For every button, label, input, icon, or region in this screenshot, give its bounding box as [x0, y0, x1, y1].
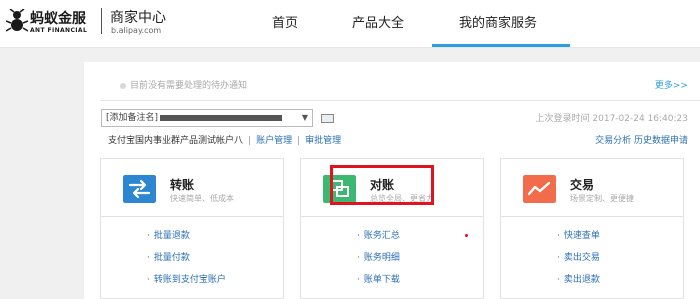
nav-products[interactable]: 产品大全	[352, 12, 404, 31]
account-manage-link[interactable]: 账户管理	[256, 136, 292, 146]
divider	[100, 100, 700, 101]
chevron-down-icon: ▼	[301, 113, 308, 122]
nav-my-services[interactable]: 我的商家服务	[459, 12, 537, 31]
logo-en-text: ANT FINANCIAL	[30, 27, 88, 34]
todo-notice-text: 目前没有需要处理的待办通知	[130, 81, 248, 91]
sell-refund-link[interactable]: · 卖出退款	[557, 272, 600, 285]
masked-account	[160, 114, 283, 121]
account-summary-link[interactable]: · 账务汇总	[357, 228, 400, 241]
trade-analysis-link[interactable]: 交易分析	[595, 136, 631, 146]
merchant-center-domain: b.alipay.com	[111, 26, 162, 35]
merchant-center-title: 商家中心	[110, 10, 166, 26]
card-title: 交易	[570, 178, 595, 192]
sell-trade-link[interactable]: · 卖出交易	[557, 250, 600, 263]
transfer-to-alipay-link[interactable]: · 转账到支付宝账户	[147, 272, 226, 285]
card-header[interactable]: 交易 场景定制、更便捷	[501, 159, 683, 217]
service-card-transfer: 转账 快速简单、低成本 · 批量退款 · 批量付款 · 转账到支付宝账户	[100, 158, 284, 299]
ant-financial-logo[interactable]: 蚂蚁金服 ANT FINANCIAL	[6, 6, 106, 40]
batch-pay-link[interactable]: · 批量付款	[147, 250, 190, 263]
logo-cn-text: 蚂蚁金服	[30, 11, 86, 27]
nav-home[interactable]: 首页	[272, 12, 298, 31]
more-link[interactable]: 更多>>	[655, 78, 688, 91]
account-select-prefix: [添加备注名]	[106, 113, 159, 123]
card-desc: 快速简单、低成本	[170, 194, 234, 203]
quick-query-link[interactable]: · 快速查单	[557, 228, 600, 241]
transfer-icon	[123, 175, 156, 203]
service-card-trade: 交易 场景定制、更便捷 · 快速查单 · 卖出交易 · 卖出退款	[500, 158, 684, 299]
ant-logo-icon	[6, 9, 28, 32]
notice-dot-icon	[120, 82, 126, 89]
last-login-time: 上次登录时间 2017-02-24 16:40:23	[535, 114, 688, 124]
account-detail-link[interactable]: · 账务明细	[357, 250, 400, 263]
approval-manage-link[interactable]: 审批管理	[305, 136, 341, 146]
analysis-links: 交易分析 历史数据申请	[595, 133, 688, 146]
top-header: 蚂蚁金服 ANT FINANCIAL 商家中心 b.alipay.com 首页 …	[0, 0, 700, 48]
trade-chart-icon	[523, 175, 556, 203]
logo-divider	[101, 8, 102, 34]
highlight-annotation-box	[330, 165, 434, 205]
id-card-icon[interactable]	[321, 114, 334, 123]
active-nav-indicator	[432, 44, 570, 47]
bill-download-link[interactable]: · 账单下载	[357, 272, 400, 285]
card-header[interactable]: 转账 快速简单、低成本	[101, 159, 283, 217]
card-title: 转账	[170, 178, 195, 192]
red-dot-mark	[465, 234, 468, 237]
batch-refund-link[interactable]: · 批量退款	[147, 228, 190, 241]
card-desc: 场景定制、更便捷	[570, 194, 634, 203]
history-data-link[interactable]: 历史数据申请	[634, 136, 688, 146]
account-info-row: 支付宝国内事业群产品测试帐户八 | 账户管理 | 审批管理	[108, 136, 342, 146]
todo-notice: 目前没有需要处理的待办通知	[120, 78, 247, 91]
account-select[interactable]: [添加备注名] ▼	[101, 109, 313, 127]
account-name: 支付宝国内事业群产品测试帐户八	[108, 136, 244, 146]
